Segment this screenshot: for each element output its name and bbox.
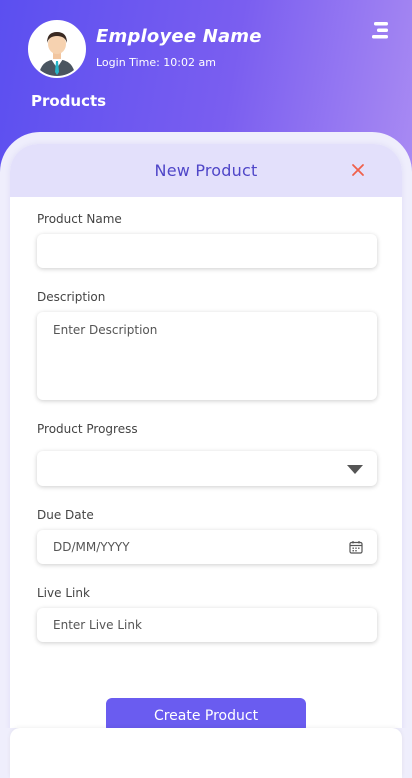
due-date-placeholder: DD/MM/YYYY <box>53 540 130 554</box>
due-date-input[interactable]: DD/MM/YYYY <box>37 530 377 564</box>
product-name-label: Product Name <box>37 212 122 226</box>
menu-button[interactable] <box>368 20 392 42</box>
product-progress-select[interactable] <box>37 451 377 486</box>
product-progress-label: Product Progress <box>37 422 138 436</box>
calendar-icon[interactable] <box>349 540 363 554</box>
bottom-panel <box>10 728 402 778</box>
section-title: Products <box>31 92 107 110</box>
card-header: New Product <box>10 144 402 197</box>
avatar-icon <box>30 22 84 76</box>
live-link-input[interactable]: Enter Live Link <box>37 608 377 642</box>
card-title: New Product <box>154 161 258 180</box>
close-icon <box>352 164 364 176</box>
live-link-label: Live Link <box>37 586 90 600</box>
menu-icon <box>372 22 388 39</box>
product-name-input[interactable] <box>37 234 377 268</box>
login-time: Login Time: 10:02 am <box>96 56 216 69</box>
employee-name: Employee Name <box>96 26 262 47</box>
description-placeholder: Enter Description <box>53 323 158 337</box>
live-link-placeholder: Enter Live Link <box>53 618 142 632</box>
avatar[interactable] <box>28 20 86 78</box>
new-product-card: New Product Product Name Description Ent… <box>10 144 402 778</box>
description-textarea[interactable]: Enter Description <box>37 312 377 400</box>
description-label: Description <box>37 290 106 304</box>
dropdown-arrow-icon <box>347 465 363 474</box>
close-button[interactable] <box>350 162 366 178</box>
due-date-label: Due Date <box>37 508 94 522</box>
